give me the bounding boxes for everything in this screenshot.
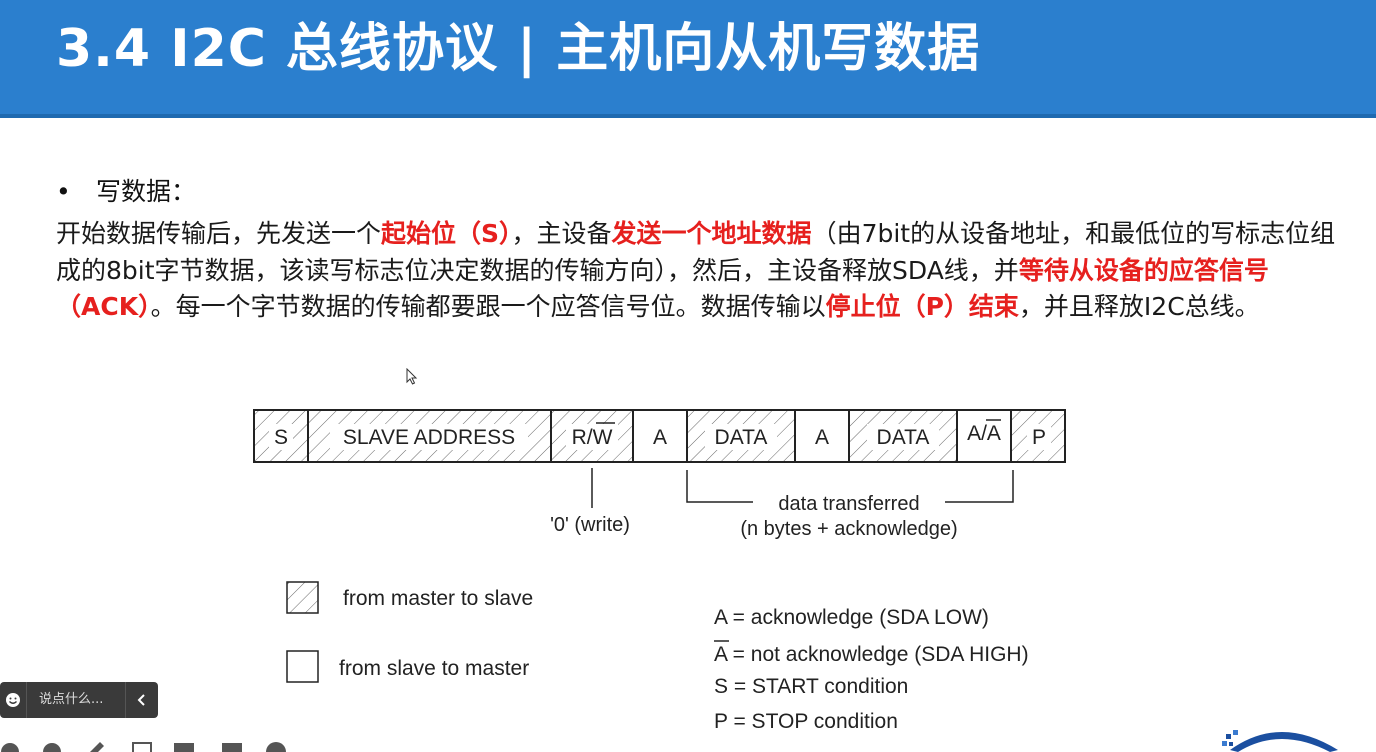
- pen-icon[interactable]: [90, 742, 104, 752]
- bottom-toolbar: [1, 742, 286, 752]
- cell-label-ack-1: A: [653, 426, 667, 449]
- cell-label-slave-address: SLAVE ADDRESS: [343, 426, 515, 449]
- def-ack: A = acknowledge (SDA LOW): [714, 606, 989, 629]
- legend-master-label: from master to slave: [343, 587, 533, 610]
- i2c-frame-diagram: S SLAVE ADDRESS R/W A DATA A DATA A/A P …: [253, 409, 1066, 733]
- chevron-left-icon[interactable]: [126, 682, 158, 718]
- paragraph-text: 。每一个字节数据的传输都要跟一个应答信号位。数据传输以: [150, 292, 826, 321]
- def-start: S = START condition: [714, 675, 908, 698]
- toolbar-tool-icon[interactable]: [174, 743, 194, 752]
- toolbar-tool-icon[interactable]: [222, 743, 242, 752]
- paragraph-text: 开始数据传输后，先发送一个: [56, 219, 382, 248]
- chat-input[interactable]: 说点什么...: [27, 682, 126, 718]
- toolbar-tool-icon[interactable]: [43, 743, 61, 752]
- cell-label-ack-2: A: [815, 426, 829, 449]
- screenshot-icon[interactable]: [132, 742, 152, 752]
- frame-row: S SLAVE ADDRESS R/W A DATA A DATA A/A P: [253, 409, 1066, 463]
- brand-logo-icon: [1222, 730, 1338, 752]
- paragraph-text: ，主设备: [511, 219, 612, 248]
- transfer-label: data transferred: [778, 493, 919, 515]
- cell-label-rw: R/W: [572, 426, 613, 449]
- highlight-address: 发送一个地址数据: [611, 219, 812, 248]
- legend-master-swatch: [286, 581, 319, 614]
- bullet-label: 写数据：: [96, 177, 197, 206]
- legend-slave-label: from slave to master: [339, 657, 529, 680]
- bullet-item: • 写数据：: [56, 172, 196, 212]
- description-paragraph: 开始数据传输后，先发送一个起始位（S），主设备发送一个地址数据（由7bit的从设…: [56, 216, 1346, 326]
- cell-label-ack-nack: A/A: [967, 422, 1001, 445]
- cell-label-data-2: DATA: [877, 426, 930, 449]
- transfer-sub-label: (n bytes + acknowledge): [740, 518, 957, 540]
- def-stop: P = STOP condition: [714, 710, 898, 733]
- slide-title: 3.4 I2C 总线协议 | 主机向从机写数据: [56, 19, 981, 79]
- write-note: '0' (write): [550, 514, 630, 536]
- highlight-stop: 停止位（P）结束: [825, 292, 1019, 321]
- cell-label-data-1: DATA: [715, 426, 768, 449]
- slide-header: 3.4 I2C 总线协议 | 主机向从机写数据: [0, 0, 1376, 118]
- paragraph-text: ，并且释放I2C总线。: [1018, 292, 1260, 321]
- toolbar-tool-icon[interactable]: [1, 743, 19, 752]
- cell-label-start: S: [274, 426, 288, 449]
- legend-slave-swatch: [286, 650, 319, 683]
- toolbar-tool-icon[interactable]: [266, 742, 286, 752]
- cell-label-stop: P: [1032, 426, 1046, 449]
- emoji-icon[interactable]: [0, 682, 27, 718]
- chat-bar: 说点什么...: [0, 682, 158, 718]
- def-nack: A = not acknowledge (SDA HIGH): [714, 643, 1029, 666]
- highlight-start-bit: 起始位（S）: [381, 219, 512, 248]
- bullet-dot: •: [56, 177, 71, 206]
